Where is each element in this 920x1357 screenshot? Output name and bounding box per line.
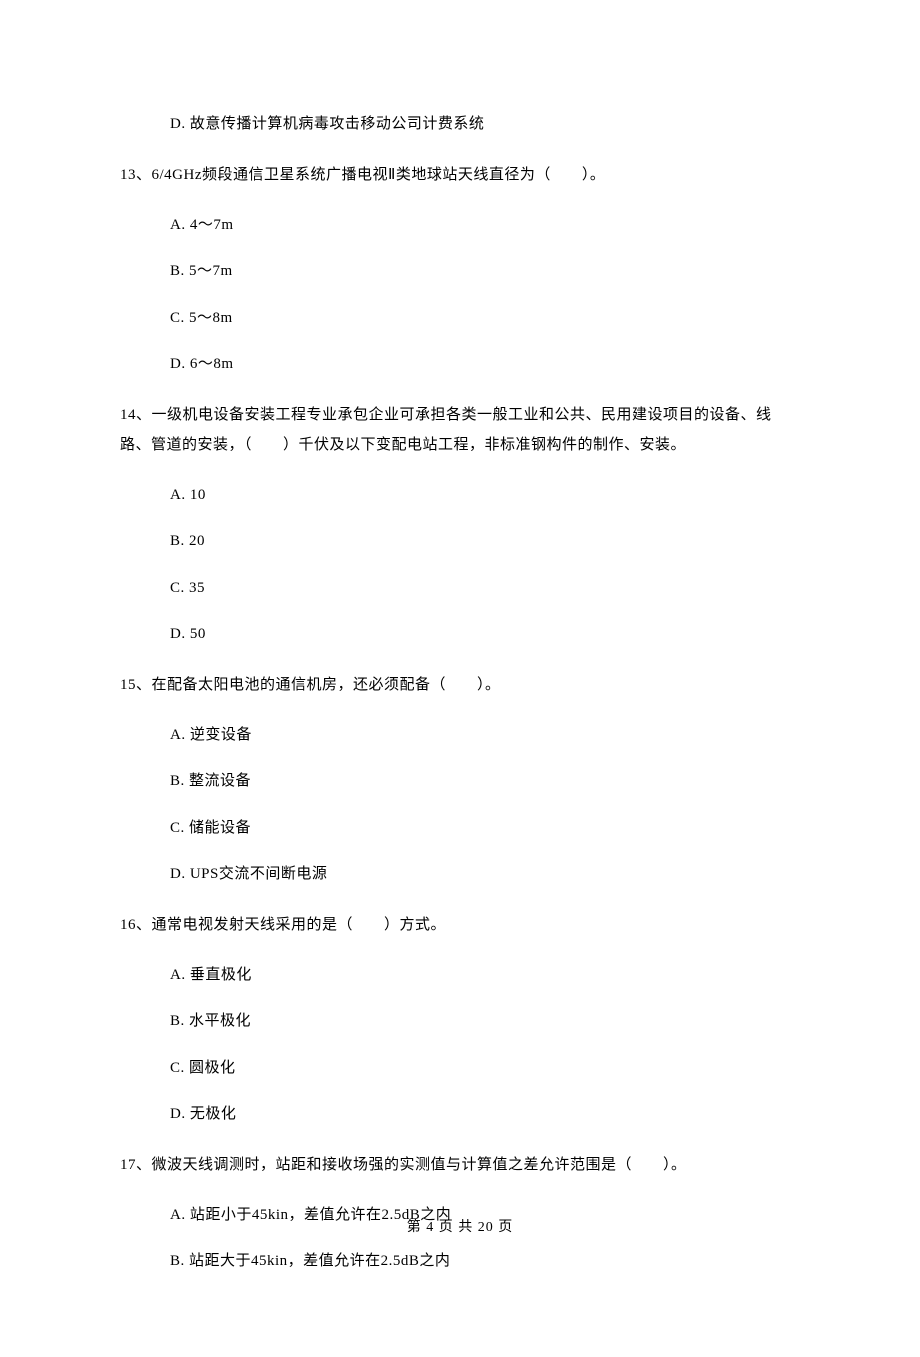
q13-text: 13、6/4GHz频段通信卫星系统广播电视Ⅱ类地球站天线直径为（ ）。: [120, 160, 800, 190]
q13-option-d: D. 6～8m: [120, 353, 800, 376]
q14-option-c: C. 35: [120, 577, 800, 600]
q14-option-b: B. 20: [120, 530, 800, 553]
q13-option-c: C. 5～8m: [120, 307, 800, 330]
q17-option-b: B. 站距大于45kin，差值允许在2.5dB之内: [120, 1250, 800, 1273]
q15-option-a: A. 逆变设备: [120, 724, 800, 747]
q16-option-d: D. 无极化: [120, 1103, 800, 1126]
q16-option-c: C. 圆极化: [120, 1057, 800, 1080]
q15-option-b: B. 整流设备: [120, 770, 800, 793]
q15-text: 15、在配备太阳电池的通信机房，还必须配备（ ）。: [120, 670, 800, 700]
q12-option-d: D. 故意传播计算机病毒攻击移动公司计费系统: [120, 113, 800, 136]
q13-option-a: A. 4～7m: [120, 214, 800, 237]
q13-option-b: B. 5～7m: [120, 260, 800, 283]
q14-text: 14、一级机电设备安装工程专业承包企业可承担各类一般工业和公共、民用建设项目的设…: [120, 400, 800, 460]
q14-option-d: D. 50: [120, 623, 800, 646]
q14-option-a: A. 10: [120, 484, 800, 507]
page-footer: 第 4 页 共 20 页: [0, 1217, 920, 1238]
q17-text: 17、微波天线调测时，站距和接收场强的实测值与计算值之差允许范围是（ ）。: [120, 1150, 800, 1180]
page-content: D. 故意传播计算机病毒攻击移动公司计费系统 13、6/4GHz频段通信卫星系统…: [0, 0, 920, 1357]
q16-option-a: A. 垂直极化: [120, 964, 800, 987]
q15-option-c: C. 储能设备: [120, 817, 800, 840]
q16-text: 16、通常电视发射天线采用的是（ ）方式。: [120, 910, 800, 940]
q15-option-d: D. UPS交流不间断电源: [120, 863, 800, 886]
q16-option-b: B. 水平极化: [120, 1010, 800, 1033]
